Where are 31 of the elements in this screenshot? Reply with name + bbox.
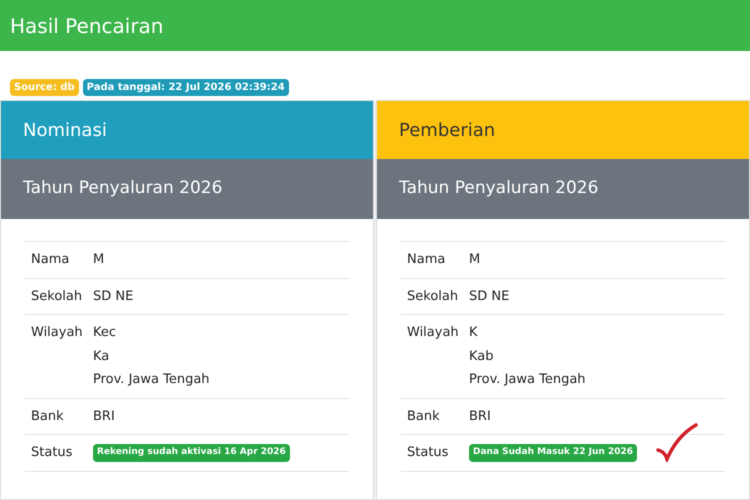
field-label: Status [407,444,450,462]
status-badge: Dana Sudah Masuk 22 Jun 2026 [469,444,638,462]
status-badge: Rekening sudah aktivasi 16 Apr 2026 [93,444,290,462]
field-value: BRI [469,408,491,426]
field-value: SD NE [469,288,510,306]
field-label: Nama [407,251,446,269]
field-label: Status [31,444,74,462]
field-value: Prov. Jawa Tengah [93,371,210,389]
field-label: Sekolah [407,288,460,306]
field-value: Kab [469,348,495,366]
card-subtitle: Tahun Penyaluran 2026 [23,177,222,200]
field-value: K [469,324,479,342]
field-label: Bank [407,408,441,426]
info-badge: Pada tanggal: 22 Jul 2026 02:39:24 [82,79,289,96]
field-value: SD NE [93,288,134,306]
field-value: M [93,251,104,269]
field-label: Sekolah [31,288,84,306]
field-value: Ka [93,348,110,366]
field-label: Bank [31,408,65,426]
field-label: Wilayah [407,324,460,342]
field-value: Prov. Jawa Tengah [469,371,586,389]
card-title: Pemberian [399,118,496,142]
field-label: Nama [31,251,70,269]
card-title: Nominasi [23,118,107,142]
field-value: Kec [93,324,118,342]
info-badge: Source: db [10,79,79,96]
field-label: Wilayah [31,324,84,342]
field-value: BRI [93,408,115,426]
card-subtitle: Tahun Penyaluran 2026 [399,177,598,200]
field-value: M [469,251,480,269]
page-title: Hasil Pencairan [10,12,164,40]
